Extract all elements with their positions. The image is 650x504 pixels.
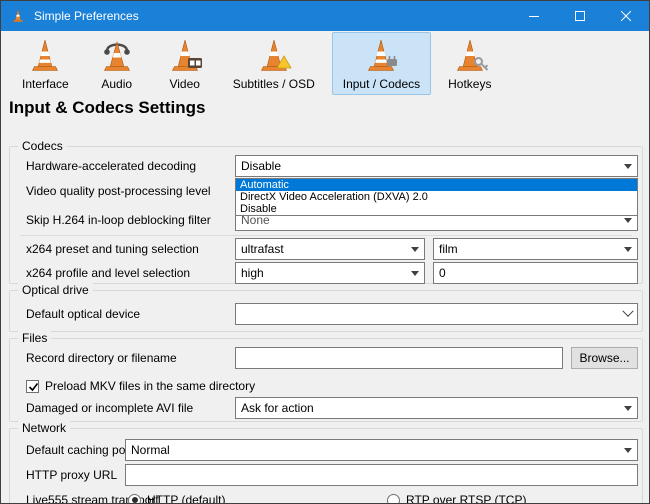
postproc-label: Video quality post-processing level xyxy=(26,180,211,202)
tab-video[interactable]: Video xyxy=(154,32,216,95)
damaged-avi-value: Ask for action xyxy=(236,401,619,415)
maximize-icon xyxy=(575,11,585,21)
tab-audio[interactable]: Audio xyxy=(86,32,148,95)
hw-decoding-combo[interactable]: Disable xyxy=(235,155,638,177)
damaged-avi-label: Damaged or incomplete AVI file xyxy=(26,397,193,419)
hw-decoding-label: Hardware-accelerated decoding xyxy=(26,155,196,177)
x264-profile-combo[interactable]: high xyxy=(235,262,425,284)
http-proxy-input[interactable] xyxy=(125,464,638,486)
damaged-avi-combo[interactable]: Ask for action xyxy=(235,397,638,419)
caching-policy-combo[interactable]: Normal xyxy=(125,439,638,461)
optical-drive-legend: Optical drive xyxy=(18,283,93,297)
minimize-button[interactable] xyxy=(511,1,557,31)
chevron-down-icon xyxy=(619,156,637,176)
hw-decoding-value: Disable xyxy=(236,159,619,173)
audio-cone-icon xyxy=(97,36,137,76)
tab-input-codecs[interactable]: Input / Codecs xyxy=(332,32,431,95)
close-button[interactable] xyxy=(603,1,649,31)
network-group: Network Default caching policy Normal HT… xyxy=(9,428,643,504)
minimize-icon xyxy=(529,11,539,21)
chevron-down-icon xyxy=(619,440,637,460)
chevron-down-icon xyxy=(619,304,637,324)
titlebar: Simple Preferences xyxy=(1,1,649,31)
dropdown-item-automatic[interactable]: Automatic xyxy=(236,179,637,191)
subtitles-cone-icon xyxy=(254,36,294,76)
preload-mkv-label: Preload MKV files in the same directory xyxy=(45,379,255,393)
preferences-window: Simple Preferences Interface xyxy=(0,0,650,504)
x264-profile-value: high xyxy=(236,266,406,280)
x264-tuning-value: film xyxy=(434,242,619,256)
checkmark-icon xyxy=(27,380,38,393)
dropdown-item-disable[interactable]: Disable xyxy=(236,203,637,215)
interface-cone-icon xyxy=(25,36,65,76)
preferences-toolbar: Interface Audio Video xyxy=(11,32,649,96)
tab-audio-label: Audio xyxy=(101,77,132,91)
radio-http-default-label: HTTP (default) xyxy=(147,493,225,504)
x264-preset-label: x264 preset and tuning selection xyxy=(26,238,199,260)
files-group: Files Record directory or filename Brows… xyxy=(9,338,643,422)
browse-button[interactable]: Browse... xyxy=(571,347,638,369)
x264-profile-label: x264 profile and level selection xyxy=(26,262,190,284)
x264-tuning-combo[interactable]: film xyxy=(433,238,638,260)
optical-drive-group: Optical drive Default optical device xyxy=(9,290,643,332)
network-legend: Network xyxy=(18,421,70,435)
vlc-cone-icon xyxy=(10,8,26,24)
radio-unselected-icon[interactable] xyxy=(387,494,400,504)
http-proxy-label: HTTP proxy URL xyxy=(26,464,117,486)
x264-level-input[interactable] xyxy=(433,262,638,284)
close-icon xyxy=(621,11,631,21)
tab-interface-label: Interface xyxy=(22,77,69,91)
window-title: Simple Preferences xyxy=(34,9,139,23)
maximize-button[interactable] xyxy=(557,1,603,31)
optical-device-label: Default optical device xyxy=(26,303,140,325)
tab-hotkeys[interactable]: Hotkeys xyxy=(437,32,502,95)
skip-deblocking-label: Skip H.264 in-loop deblocking filter xyxy=(26,209,211,231)
tab-subtitles-osd[interactable]: Subtitles / OSD xyxy=(222,32,326,95)
radio-http-default[interactable]: HTTP (default) xyxy=(128,489,225,504)
radio-rtp-over-rtsp[interactable]: RTP over RTSP (TCP) xyxy=(387,489,526,504)
record-directory-label: Record directory or filename xyxy=(26,347,177,369)
tab-interface[interactable]: Interface xyxy=(11,32,80,95)
codecs-legend: Codecs xyxy=(18,139,67,153)
page-title: Input & Codecs Settings xyxy=(9,98,205,118)
preload-mkv-checkbox-row[interactable]: Preload MKV files in the same directory xyxy=(26,375,255,397)
x264-preset-value: ultrafast xyxy=(236,242,406,256)
tab-hotkeys-label: Hotkeys xyxy=(448,77,491,91)
chevron-down-icon xyxy=(406,239,424,259)
codecs-divider xyxy=(20,235,632,236)
caching-policy-value: Normal xyxy=(126,443,619,457)
radio-selected-icon[interactable] xyxy=(128,494,141,504)
record-directory-input[interactable] xyxy=(235,347,563,369)
hw-decoding-dropdown: Automatic DirectX Video Acceleration (DX… xyxy=(235,178,638,216)
dropdown-item-dxva[interactable]: DirectX Video Acceleration (DXVA) 2.0 xyxy=(236,191,637,203)
optical-device-input[interactable] xyxy=(236,304,619,324)
x264-preset-combo[interactable]: ultrafast xyxy=(235,238,425,260)
hotkeys-cone-icon xyxy=(450,36,490,76)
codecs-group: Codecs Hardware-accelerated decoding Dis… xyxy=(9,146,643,284)
radio-rtp-over-rtsp-label: RTP over RTSP (TCP) xyxy=(406,493,526,504)
chevron-down-icon xyxy=(619,398,637,418)
input-codecs-cone-icon xyxy=(361,36,401,76)
window-controls xyxy=(511,1,649,31)
tab-video-label: Video xyxy=(169,77,199,91)
files-legend: Files xyxy=(18,331,51,345)
optical-device-combo[interactable] xyxy=(235,303,638,325)
preload-mkv-checkbox[interactable] xyxy=(26,380,39,393)
chevron-down-icon xyxy=(406,263,424,283)
tab-subtitles-osd-label: Subtitles / OSD xyxy=(233,77,315,91)
video-cone-icon xyxy=(165,36,205,76)
tab-input-codecs-label: Input / Codecs xyxy=(343,77,420,91)
chevron-down-icon xyxy=(619,239,637,259)
